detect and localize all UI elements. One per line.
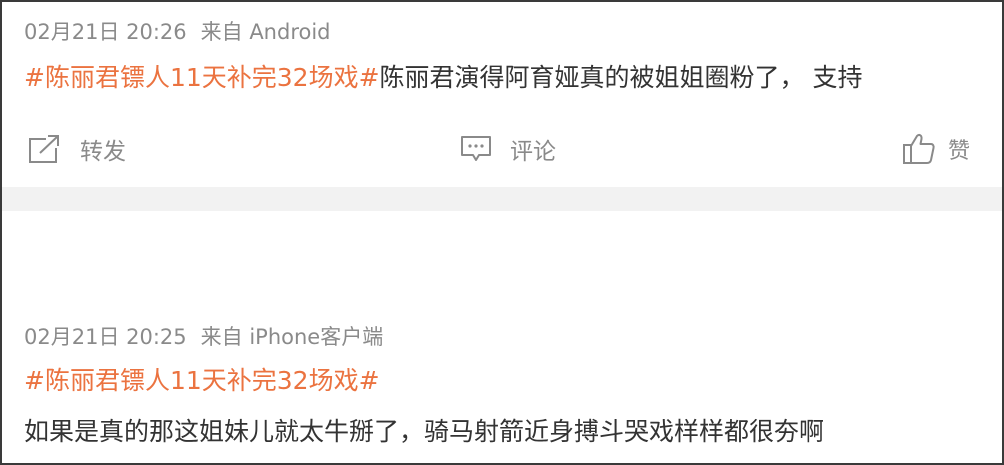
post-time: 02月21日 20:26 bbox=[24, 20, 187, 44]
post-meta: 02月21日 20:26 来自 Android bbox=[24, 16, 331, 46]
post-source[interactable]: 来自 iPhone客户端 bbox=[201, 325, 384, 349]
repost-label: 转发 bbox=[80, 139, 126, 165]
repost-button[interactable]: 转发 bbox=[28, 124, 126, 174]
post-actions: 转发 评论 赞 bbox=[2, 124, 1002, 174]
feed-separator bbox=[2, 187, 1002, 211]
post-meta: 02月21日 20:25 来自 iPhone客户端 bbox=[24, 321, 383, 351]
post-card: 02月21日 20:26 来自 Android #陈丽君镖人11天补完32场戏#陈… bbox=[2, 2, 1002, 187]
feed-frame: 02月21日 20:26 来自 Android #陈丽君镖人11天补完32场戏#陈… bbox=[0, 0, 1004, 465]
post-text: 陈丽君演得阿育娅真的被姐姐圈粉了， 支持 bbox=[379, 63, 863, 92]
post-content: #陈丽君镖人11天补完32场戏#陈丽君演得阿育娅真的被姐姐圈粉了， 支持 bbox=[24, 58, 862, 94]
thumbs-up-icon bbox=[902, 133, 936, 165]
post-card: 02月21日 20:25 来自 iPhone客户端 #陈丽君镖人11天补完32场戏… bbox=[2, 211, 1002, 463]
share-icon bbox=[28, 134, 62, 164]
comment-button[interactable]: 评论 bbox=[460, 124, 556, 174]
hashtag-link[interactable]: #陈丽君镖人11天补完32场戏# bbox=[24, 63, 380, 92]
like-label: 赞 bbox=[948, 139, 971, 164]
comment-label: 评论 bbox=[510, 139, 556, 165]
post-source[interactable]: 来自 Android bbox=[201, 20, 331, 44]
post-time: 02月21日 20:25 bbox=[24, 325, 187, 349]
post-text: 如果是真的那这姐妹儿就太牛掰了，骑马射箭近身搏斗哭戏样样都很夯啊 bbox=[24, 417, 825, 446]
comment-icon bbox=[460, 135, 492, 163]
like-button[interactable]: 赞 bbox=[902, 124, 970, 174]
hashtag-link[interactable]: #陈丽君镖人11天补完32场戏# bbox=[24, 361, 380, 397]
